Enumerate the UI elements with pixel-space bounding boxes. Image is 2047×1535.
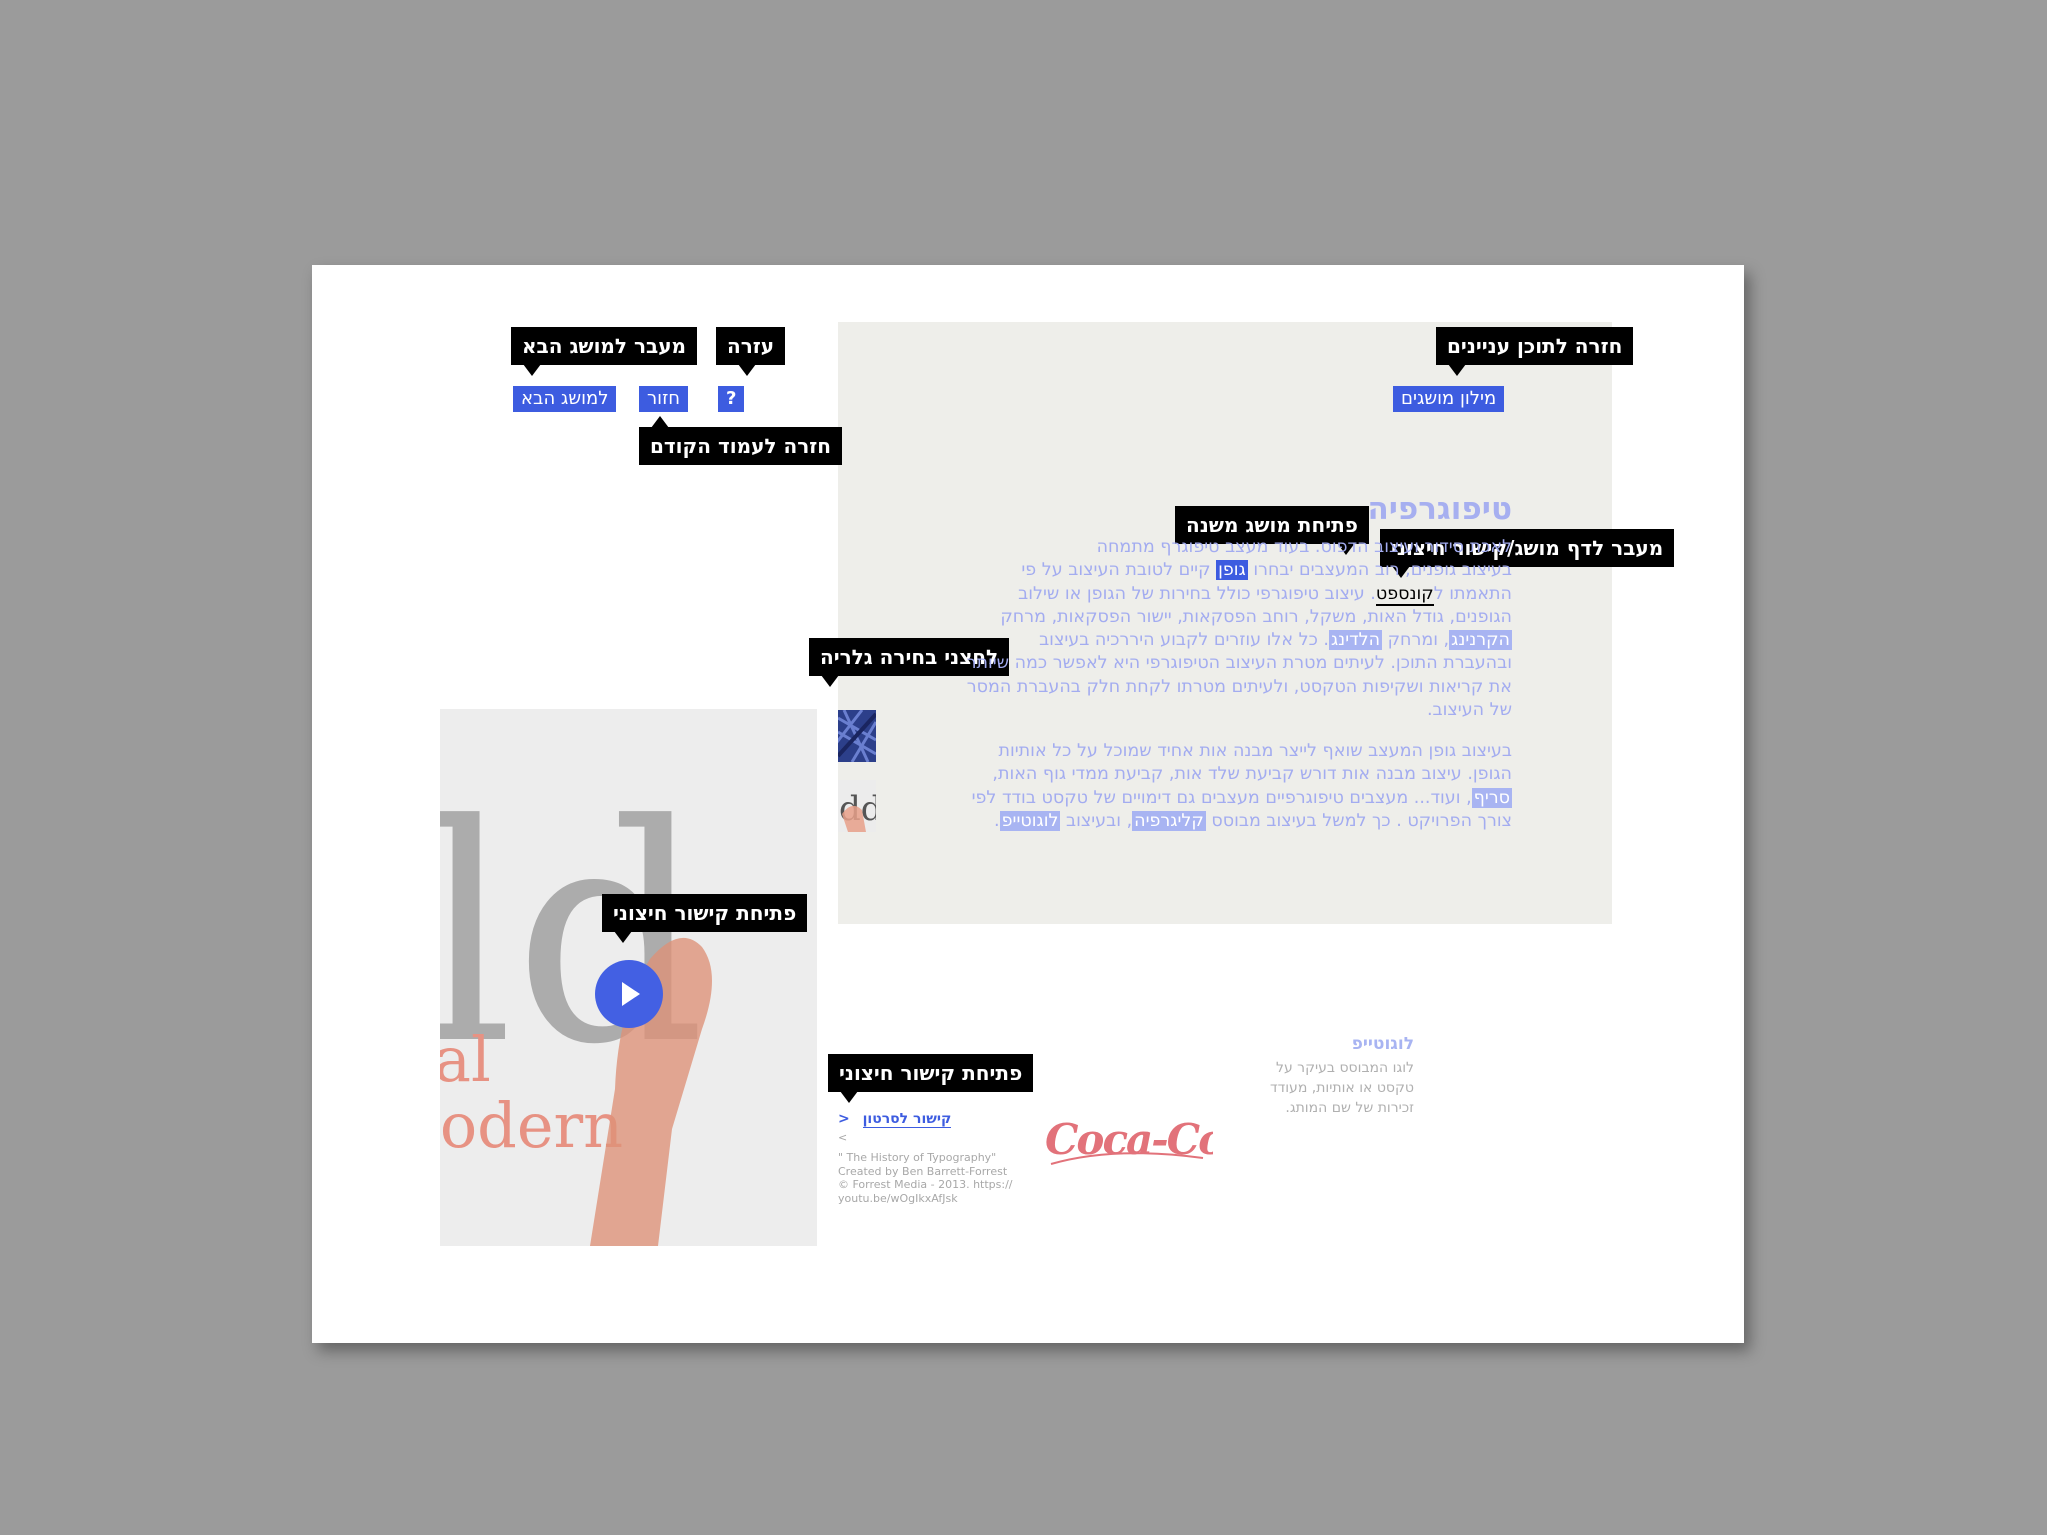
video-link[interactable]: קישור לסרטון [862, 1111, 952, 1128]
text-line: התאמתו לקונספט. עיצוב טיפוגרפי כולל בחיר… [1018, 583, 1512, 606]
tooltip-help: עזרה [716, 327, 786, 376]
video-credit: " The History of Typography" Created by … [838, 1151, 1013, 1205]
gallery-thumb-2[interactable]: dd [838, 780, 876, 832]
tooltip-open-external-video: פתיחת קישור חיצוני [602, 894, 808, 943]
help-button[interactable]: ? [718, 386, 745, 412]
text-line: סריף, ועוד... מעצבים טיפוגרפיים מעצבים ג… [971, 787, 1512, 808]
text-line: בעיצוב גופנים, רוב המעצבים יבחרו גופן קי… [1021, 560, 1512, 581]
logotype-desc-line: לוגו המבוסס בעיקר על [1276, 1060, 1414, 1076]
text-line: של העיצוב. [1426, 700, 1512, 721]
logotype-desc-line: טקסט או אותיות, מעודד [1269, 1080, 1414, 1096]
text-line: את קריאות ושקיפות הטקסט, ולעיתים מטרתו ל… [966, 676, 1512, 697]
video-link-arrow: > [838, 1111, 850, 1127]
article-paragraph-1: לאכת סידור ועיצוב הדפוס. בעוד מעצב טיפוג… [940, 536, 1512, 722]
text-line: צורך הפרויקט . כך למשל בעיצוב מבוסס קליג… [994, 810, 1512, 831]
back-button[interactable]: חזור [639, 386, 689, 412]
term-serif-link[interactable]: סריף [1471, 787, 1512, 808]
tooltip-next-term: מעבר למושג הבא [511, 327, 697, 376]
video-link-row: > קישור לסרטון [838, 1111, 952, 1128]
play-icon [622, 982, 640, 1006]
tooltip-open-external-link: פתיחת קישור חיצוני [828, 1054, 1034, 1103]
term-leading-link[interactable]: הלדינג [1328, 630, 1383, 651]
article-paragraph-2: בעיצוב גופן המעצב שואף לייצר מבנה אות אח… [940, 740, 1512, 833]
logotype-title: לוגוטייפ [1351, 1034, 1414, 1054]
text-line: הגופנים, גודל האות, משקל, רוחב הפסקאות, … [1000, 606, 1512, 627]
logotype-desc-line: זכירות של שם המותג. [1285, 1100, 1414, 1116]
glossary-button[interactable]: מילון מושגים [1393, 386, 1505, 412]
term-kerning-link[interactable]: הקרנינג [1449, 630, 1512, 651]
gallery-thumb-1[interactable] [838, 710, 876, 762]
logotype-definition: לוגוטייפ לוגו המבוסס בעיקר על טקסט או או… [1150, 1034, 1414, 1118]
text-line: הגופן. עיצוב מבנה אות דורש קביעת שלד אות… [992, 764, 1512, 785]
text-line: לאכת סידור ועיצוב הדפוס. בעוד מעצב טיפוג… [1096, 537, 1512, 557]
text-line: ובהעברת התוכן. לעיתים מטרת העיצוב הטיפוג… [966, 653, 1512, 674]
tooltip-previous-page: חזרה לעמוד הקודם [639, 416, 842, 465]
caption-mark: < [838, 1131, 848, 1144]
tooltip-back-to-contents: חזרה לתוכן עניינים [1436, 327, 1634, 376]
text-line: הקרנינג, ומרחק הלדינג. כל אלו עוזרים לקב… [1039, 630, 1512, 651]
page-title: טיפוגרפיה [1367, 491, 1512, 527]
text-line: בעיצוב גופן המעצב שואף לייצר מבנה אות אח… [998, 741, 1513, 761]
term-concept-link[interactable]: קונספט [1375, 583, 1434, 606]
next-term-button[interactable]: למושג הבא [513, 386, 617, 412]
term-calligraphy-link[interactable]: קליגרפיה [1132, 810, 1206, 831]
term-font-link[interactable]: גופן [1216, 560, 1248, 581]
play-button[interactable] [595, 960, 663, 1028]
term-logotype-link[interactable]: לוגוטייפ [999, 810, 1061, 831]
